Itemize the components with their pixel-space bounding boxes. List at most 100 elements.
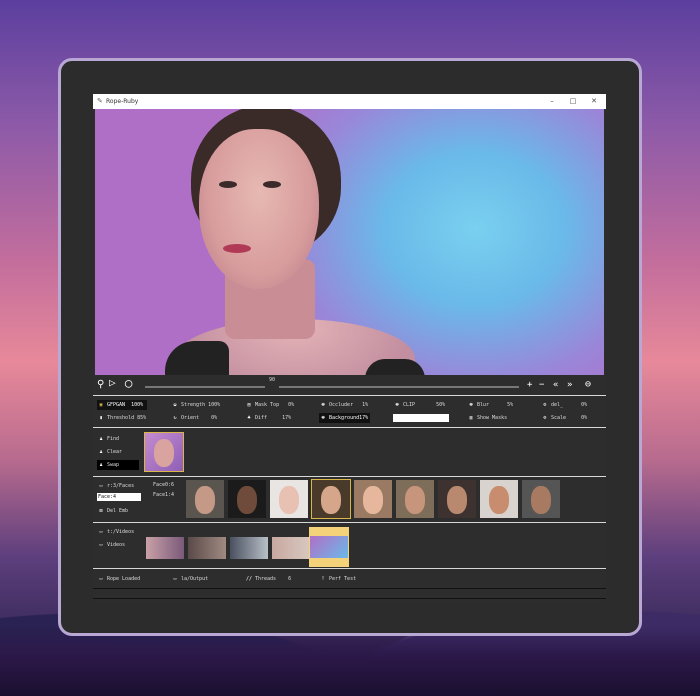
video-preview[interactable] xyxy=(95,109,604,375)
perf-test-button[interactable]: ! Perf Test xyxy=(319,574,356,584)
opt-strength[interactable]: ◒ Strength 100% xyxy=(171,400,220,410)
preview-eye-right xyxy=(263,181,281,188)
opt-mask-top[interactable]: ▤ Mask Top 0% xyxy=(245,400,294,410)
folder-icon: ▭ xyxy=(99,576,103,582)
rope-loaded-status[interactable]: ▭ Rope Loaded xyxy=(97,574,140,584)
strength-icon: ◒ xyxy=(173,402,177,408)
swap-button[interactable]: ♟ Swap xyxy=(97,460,139,470)
find-button[interactable]: ♟ Find xyxy=(97,434,119,444)
video-thumb[interactable] xyxy=(230,537,268,559)
person-icon: ♟ xyxy=(99,462,103,468)
opt-diff[interactable]: ♣ Diff 17% xyxy=(245,413,291,423)
threads-setting[interactable]: //Threads 6 xyxy=(245,574,291,584)
separator xyxy=(93,588,606,589)
videos-button[interactable]: ▭ Videos xyxy=(97,540,125,550)
clip-text-field[interactable] xyxy=(393,414,449,422)
face-count-a: Face0:6 xyxy=(153,482,175,488)
face-thumb[interactable] xyxy=(480,480,518,518)
separator xyxy=(93,427,606,428)
gfpgan-icon: ▣ xyxy=(99,402,103,408)
preview-lips xyxy=(223,244,251,253)
face-thumb[interactable] xyxy=(396,480,434,518)
del-emb-button[interactable]: ⊠ Del Emb xyxy=(97,506,128,516)
occluder-icon: ☻ xyxy=(321,402,325,408)
close-icon[interactable]: ✕ xyxy=(586,95,602,107)
orient-icon: ↻ xyxy=(173,415,177,421)
app-window: ✎ Rope-Ruby – □ ✕ ⚲ ▷ ◯ 90 + − « » ⊖ ▣ GF… xyxy=(93,94,606,602)
video-thumb[interactable] xyxy=(272,537,310,559)
opt-orient[interactable]: ↻ Orient 0% xyxy=(171,413,217,423)
opt-scale[interactable]: ⚙ Scale 0% xyxy=(541,413,587,423)
clear-button[interactable]: ♟ Clear xyxy=(97,447,122,457)
output-folder-button[interactable]: ▭ la/Output xyxy=(171,574,208,584)
maximize-icon[interactable]: □ xyxy=(565,95,581,107)
separator xyxy=(93,522,606,523)
title-bar: ✎ Rope-Ruby – □ ✕ xyxy=(93,94,606,109)
preview-dress-right xyxy=(365,359,425,375)
blur-icon: ☻ xyxy=(469,402,473,408)
preview-face xyxy=(199,129,319,289)
video-thumb[interactable] xyxy=(188,537,226,559)
separator xyxy=(93,568,606,569)
separator xyxy=(93,395,606,396)
prev-icon[interactable]: « xyxy=(553,379,558,391)
plus-icon[interactable]: + xyxy=(527,379,532,391)
face-thumb[interactable] xyxy=(438,480,476,518)
opt-threshold[interactable]: ▮ Threshold 85% xyxy=(97,413,146,423)
preview-eye-left xyxy=(219,181,237,188)
play-icon[interactable]: ▷ xyxy=(109,377,116,389)
video-thumb-image xyxy=(310,536,348,558)
videos-folder-button[interactable]: ▭ t:/Videos xyxy=(97,527,134,537)
opt-occluder[interactable]: ☻ Occluder 1% xyxy=(319,400,368,410)
record-icon[interactable]: ◯ xyxy=(125,377,132,389)
separator xyxy=(93,598,606,599)
diff-icon: ♣ xyxy=(247,415,251,421)
separator xyxy=(93,476,606,477)
walk-icon[interactable]: ⚲ xyxy=(97,379,104,391)
folder-icon: ▭ xyxy=(173,576,177,582)
scale-icon: ⚙ xyxy=(543,415,547,421)
folder-icon: ▭ xyxy=(99,529,103,535)
opt-blur[interactable]: ☻ Blur 5% xyxy=(467,400,513,410)
opt-clip[interactable]: ☻ CLIP 50% xyxy=(393,400,445,410)
preview-dress-left xyxy=(165,341,229,375)
face-thumb[interactable] xyxy=(270,480,308,518)
video-thumb-selected[interactable] xyxy=(309,527,349,567)
found-face-thumb[interactable] xyxy=(145,433,183,471)
face-thumb[interactable] xyxy=(228,480,266,518)
feather-icon: ✎ xyxy=(97,97,103,105)
window-title: Rope-Ruby xyxy=(106,98,139,105)
face-thumb[interactable] xyxy=(522,480,560,518)
stop-icon[interactable]: ⊖ xyxy=(585,379,591,391)
opt-background[interactable]: ☻ Background17% xyxy=(319,413,371,423)
face-thumb[interactable] xyxy=(186,480,224,518)
folder-icon: ▭ xyxy=(99,483,103,489)
del-icon: ⚙ xyxy=(543,402,547,408)
face-thumb[interactable] xyxy=(312,480,350,518)
timeline-right[interactable] xyxy=(279,386,519,388)
opt-gfpgan[interactable]: ▣ GFPGAN 100% xyxy=(97,400,148,410)
exclamation-icon: ! xyxy=(321,576,325,582)
face-name-input[interactable] xyxy=(97,493,141,501)
mask-top-icon: ▤ xyxy=(247,402,251,408)
threads-icon: // xyxy=(245,576,253,582)
minus-icon[interactable]: − xyxy=(539,379,544,391)
timeline-left[interactable] xyxy=(145,386,265,388)
face-count-b: Face1:4 xyxy=(153,492,175,498)
faces-folder-button[interactable]: ▭ r:3/Faces xyxy=(97,481,134,491)
face-thumb[interactable] xyxy=(354,480,392,518)
face xyxy=(154,439,174,467)
clip-icon: ☻ xyxy=(395,402,399,408)
video-thumb[interactable] xyxy=(146,537,184,559)
minimize-icon[interactable]: – xyxy=(544,95,560,107)
frame-number: 90 xyxy=(269,377,276,383)
threshold-icon: ▮ xyxy=(99,415,103,421)
show-masks-icon: ▥ xyxy=(469,415,473,421)
next-icon[interactable]: » xyxy=(567,379,572,391)
folder-icon: ▭ xyxy=(99,542,103,548)
playback-controls: ⚲ ▷ ◯ 90 + − « » ⊖ xyxy=(93,377,606,393)
background-icon: ☻ xyxy=(321,415,325,421)
opt-del[interactable]: ⚙ del_ 0% xyxy=(541,400,587,410)
delete-icon: ⊠ xyxy=(99,508,103,514)
opt-show-masks[interactable]: ▥ Show Masks xyxy=(467,413,507,423)
